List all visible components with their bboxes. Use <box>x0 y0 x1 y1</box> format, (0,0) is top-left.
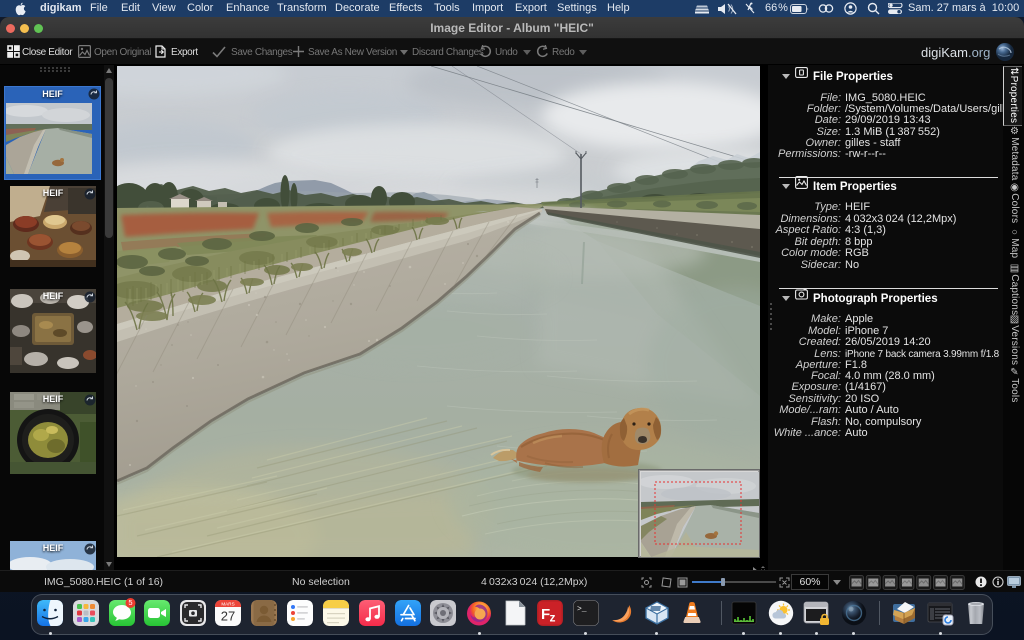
svg-text:z: z <box>549 611 555 625</box>
svg-text:5: 5 <box>128 598 132 607</box>
svg-text:MARS: MARS <box>221 602 234 607</box>
svg-text:>_: >_ <box>577 605 587 614</box>
svg-text:27: 27 <box>221 609 235 624</box>
